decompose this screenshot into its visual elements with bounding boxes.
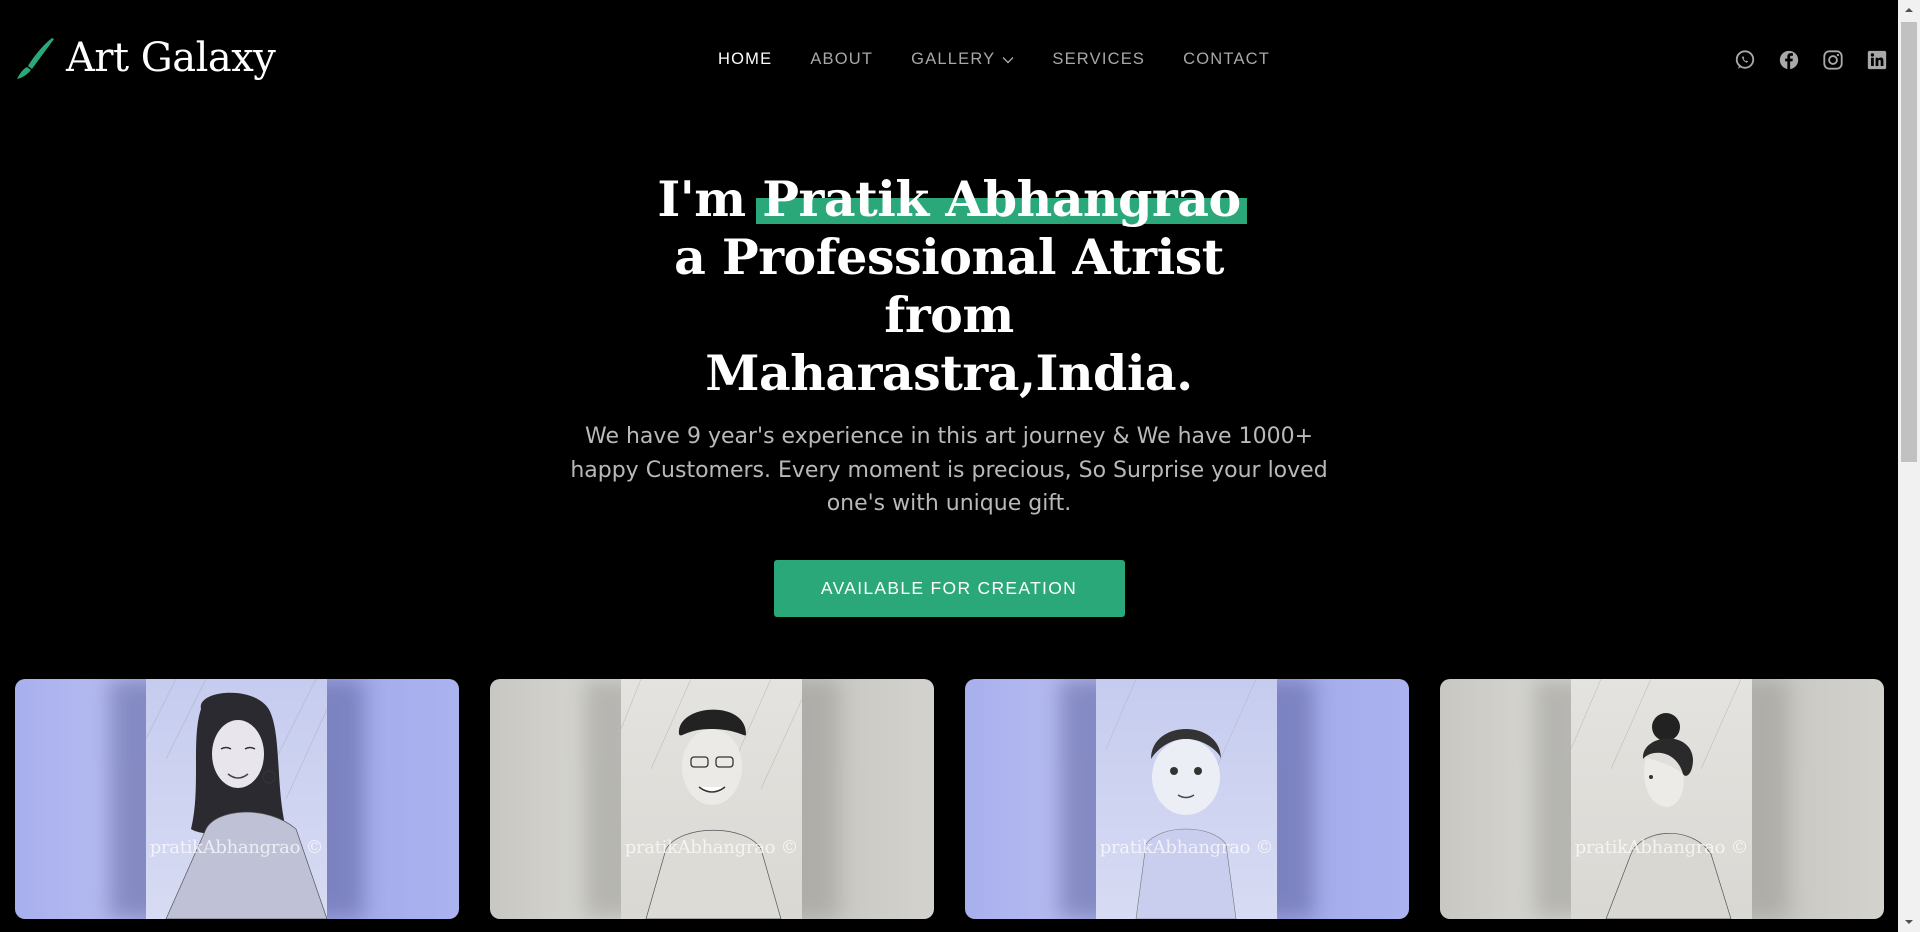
- logo-link[interactable]: Art Galaxy: [14, 34, 276, 82]
- hero-section: I'm Pratik Abhangrao a Professional Atri…: [0, 170, 1898, 617]
- brand-name: Art Galaxy: [66, 35, 276, 81]
- woman-portrait-image: [146, 679, 327, 919]
- hero-title: I'm Pratik Abhangrao a Professional Atri…: [649, 170, 1249, 402]
- portrait-sketch: pratikAbhangrao ©: [1096, 679, 1277, 919]
- scrollbar-thumb[interactable]: [1901, 22, 1917, 462]
- watermark: pratikAbhangrao ©: [1574, 837, 1749, 858]
- nav-about[interactable]: ABOUT: [810, 50, 873, 69]
- facebook-icon[interactable]: [1778, 49, 1800, 71]
- nav-services[interactable]: SERVICES: [1052, 50, 1145, 69]
- paintbrush-icon: [17, 38, 54, 79]
- nav-gallery-label: GALLERY: [911, 50, 996, 68]
- linkedin-icon[interactable]: [1866, 49, 1888, 71]
- site-header: Art Galaxy HOME ABOUT GALLERY SERVICES C…: [0, 0, 1898, 124]
- hero-description: We have 9 year's experience in this art …: [570, 424, 1328, 516]
- man-portrait-image: [621, 679, 802, 919]
- watermark: pratikAbhangrao ©: [149, 837, 324, 858]
- chevron-down-icon: [1002, 56, 1014, 63]
- nav-contact[interactable]: CONTACT: [1183, 50, 1270, 69]
- main-nav: HOME ABOUT GALLERY SERVICES CONTACT: [718, 50, 1270, 69]
- nav-gallery[interactable]: GALLERY: [911, 50, 1014, 69]
- vertical-scrollbar[interactable]: [1898, 0, 1920, 932]
- child-portrait-image: [1105, 679, 1257, 919]
- page: Art Galaxy HOME ABOUT GALLERY SERVICES C…: [0, 0, 1920, 932]
- nav-home[interactable]: HOME: [718, 50, 772, 69]
- gallery-card[interactable]: pratikAbhangrao ©: [490, 679, 934, 919]
- portrait-sketch: pratikAbhangrao ©: [1571, 679, 1752, 919]
- hero-title-prefix: I'm: [657, 170, 763, 228]
- portrait-sketch: pratikAbhangrao ©: [621, 679, 802, 919]
- watermark: pratikAbhangrao ©: [1099, 837, 1274, 858]
- gallery-card[interactable]: pratikAbhangrao ©: [1440, 679, 1884, 919]
- watermark: pratikAbhangrao ©: [624, 837, 799, 858]
- gallery-strip: pratikAbhangrao © pratikAbhangrao © prat…: [15, 679, 1884, 919]
- scroll-up-arrow-icon[interactable]: [1898, 0, 1920, 20]
- woman-profile-portrait-image: [1571, 679, 1742, 919]
- gallery-card[interactable]: pratikAbhangrao ©: [15, 679, 459, 919]
- portrait-sketch: pratikAbhangrao ©: [146, 679, 327, 919]
- whatsapp-icon[interactable]: [1734, 49, 1756, 71]
- hero-title-highlight: Pratik Abhangrao: [756, 170, 1248, 228]
- scroll-down-arrow-icon[interactable]: [1898, 912, 1920, 932]
- available-for-creation-button[interactable]: AVAILABLE FOR CREATION: [773, 559, 1125, 617]
- social-links: [1712, 49, 1888, 71]
- instagram-icon[interactable]: [1822, 49, 1844, 71]
- gallery-card[interactable]: pratikAbhangrao ©: [965, 679, 1409, 919]
- hero-title-suffix: a Professional Atrist from Maharastra,In…: [674, 228, 1224, 402]
